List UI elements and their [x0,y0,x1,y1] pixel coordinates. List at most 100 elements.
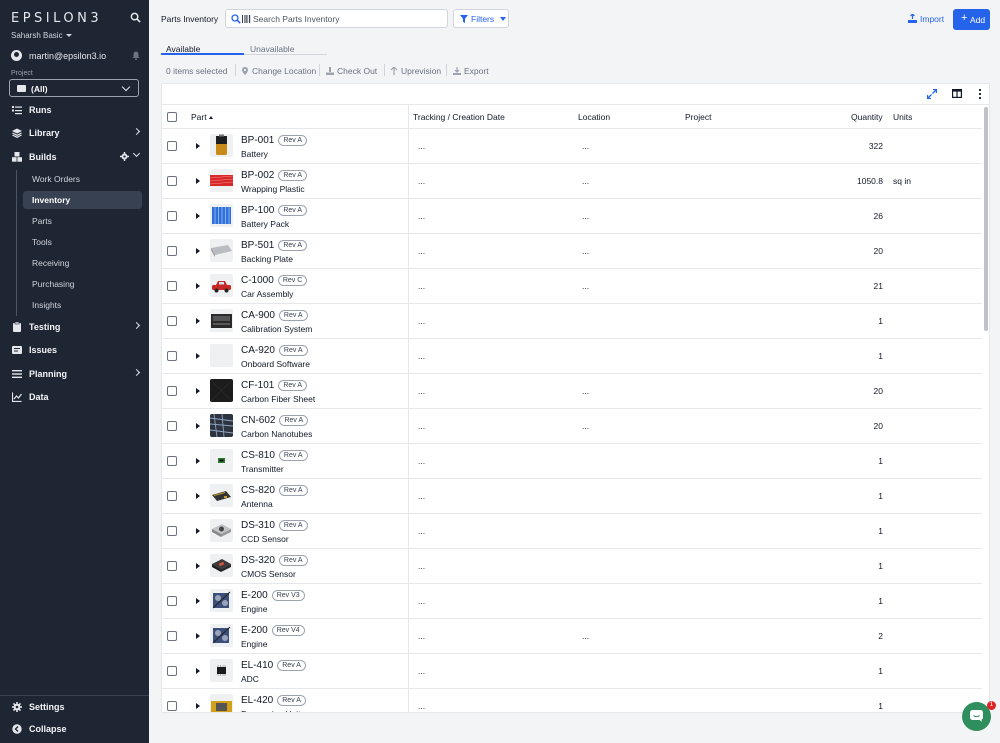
expand-row-icon[interactable] [196,493,200,499]
expand-row-icon[interactable] [196,178,200,184]
sidebar-item-receiving[interactable]: Receiving [23,254,142,272]
workspace-switcher[interactable]: Saharsh Basic [11,31,72,40]
search-icon[interactable] [130,12,141,23]
tracking-cell[interactable]: ... [418,491,425,501]
tracking-cell[interactable]: ... [418,526,425,536]
uprevision-button[interactable]: Uprevision [390,66,441,76]
sidebar-item-inventory[interactable]: Inventory [23,191,142,209]
expand-row-icon[interactable] [196,458,200,464]
expand-row-icon[interactable] [196,283,200,289]
row-checkbox[interactable] [167,631,177,641]
part-number[interactable]: CA-900 Rev A [241,310,308,321]
tracking-cell[interactable]: ... [418,631,425,641]
part-number[interactable]: EL-410 Rev A [241,660,306,671]
nav-builds[interactable]: Builds [0,148,149,166]
sidebar-item-work-orders[interactable]: Work Orders [23,170,142,188]
nav-planning[interactable]: Planning [0,365,149,383]
select-all-checkbox[interactable] [167,112,177,122]
tracking-cell[interactable]: ... [418,421,425,431]
table-row[interactable]: BP-001 Rev A Battery...... 322 [162,129,982,164]
column-header-quantity[interactable]: Quantity [851,112,883,122]
nav-collapse[interactable]: Collapse [0,720,149,738]
more-vertical-icon[interactable] [978,88,982,100]
sidebar-item-purchasing[interactable]: Purchasing [23,275,142,293]
columns-icon[interactable] [952,89,962,98]
bell-icon[interactable] [132,51,140,60]
location-cell[interactable]: ... [582,631,589,641]
table-row[interactable]: CA-920 Rev A Onboard Software... 1 [162,339,982,374]
table-row[interactable]: CA-900 Rev A Calibration System... 1 [162,304,982,339]
tracking-cell[interactable]: ... [418,246,425,256]
table-row[interactable]: DS-310 Rev A CCD Sensor... 1 [162,514,982,549]
tracking-cell[interactable]: ... [418,561,425,571]
part-number[interactable]: CS-810 Rev A [241,450,308,461]
scrollbar-thumb[interactable] [984,107,988,331]
expand-row-icon[interactable] [196,633,200,639]
part-number[interactable]: C-1000 Rev C [241,275,308,286]
sidebar-item-insights[interactable]: Insights [23,296,142,314]
project-select[interactable]: (All) [9,79,139,97]
row-checkbox[interactable] [167,176,177,186]
nav-data[interactable]: Data [0,388,149,406]
change-location-button[interactable]: Change Location [241,66,316,76]
table-row[interactable]: BP-501 Rev A Backing Plate...... 20 [162,234,982,269]
table-row[interactable]: BP-100 Rev A Battery Pack...... 26 [162,199,982,234]
row-checkbox[interactable] [167,211,177,221]
table-row[interactable]: E-200 Rev V3 Engine... 1 [162,584,982,619]
location-cell[interactable]: ... [582,176,589,186]
table-row[interactable]: BP-002 Rev A Wrapping Plastic...... 1050.8 s… [162,164,982,199]
location-cell[interactable]: ... [582,421,589,431]
table-row[interactable]: CS-820 Rev A Antenna... 1 [162,479,982,514]
row-checkbox[interactable] [167,351,177,361]
expand-row-icon[interactable] [196,248,200,254]
user-menu[interactable]: martin@epsilon3.io [11,50,142,62]
part-number[interactable]: CS-820 Rev A [241,485,308,496]
tab-unavailable[interactable]: Unavailable [250,44,294,54]
table-row[interactable]: EL-420Rev A Processing Unit... 1 [162,689,982,712]
row-checkbox[interactable] [167,141,177,151]
tracking-cell[interactable]: ... [418,141,425,151]
part-number[interactable]: EL-420 Rev A [241,695,306,706]
table-row[interactable]: DS-320 Rev A CMOS Sensor... 1 [162,549,982,584]
location-cell[interactable]: ... [582,281,589,291]
nav-issues[interactable]: Issues [0,341,149,359]
nav-library[interactable]: Library [0,124,149,142]
row-checkbox[interactable] [167,701,177,711]
import-button[interactable]: Import [905,13,945,25]
column-header-project[interactable]: Project [685,112,711,122]
part-number[interactable]: BP-001 Rev A [241,135,308,146]
row-checkbox[interactable] [167,526,177,536]
tracking-cell[interactable]: ... [418,281,425,291]
row-checkbox[interactable] [167,246,177,256]
tracking-cell[interactable]: ... [418,456,425,466]
nav-testing[interactable]: Testing [0,318,149,336]
table-row[interactable]: EL-410 Rev A ADC... 1 [162,654,982,689]
tracking-cell[interactable]: ... [418,666,425,676]
part-number[interactable]: CN-602 Rev A [241,415,309,426]
expand-row-icon[interactable] [196,423,200,429]
part-number[interactable]: DS-320 Rev A [241,555,308,566]
search-box[interactable] [225,9,448,28]
expand-icon[interactable] [927,89,937,99]
row-checkbox[interactable] [167,421,177,431]
column-header-units[interactable]: Units [893,112,912,122]
location-cell[interactable]: ... [582,141,589,151]
part-number[interactable]: BP-501 Rev A [241,240,308,251]
table-row[interactable]: E-200 Rev V4 Engine...... 2 [162,619,982,654]
expand-row-icon[interactable] [196,703,200,709]
tracking-cell[interactable]: ... [418,176,425,186]
tracking-cell[interactable]: ... [418,351,425,361]
row-checkbox[interactable] [167,491,177,501]
nav-runs[interactable]: Runs [0,101,149,119]
part-number[interactable]: CA-920 Rev A [241,345,308,356]
gear-icon[interactable] [120,152,129,161]
expand-row-icon[interactable] [196,213,200,219]
table-scrollbar[interactable] [983,105,989,712]
row-checkbox[interactable] [167,456,177,466]
tracking-cell[interactable]: ... [418,316,425,326]
location-cell[interactable]: ... [582,211,589,221]
expand-row-icon[interactable] [196,563,200,569]
tracking-cell[interactable]: ... [418,596,425,606]
row-checkbox[interactable] [167,316,177,326]
table-row[interactable]: CS-810 Rev A Transmitter... 1 [162,444,982,479]
